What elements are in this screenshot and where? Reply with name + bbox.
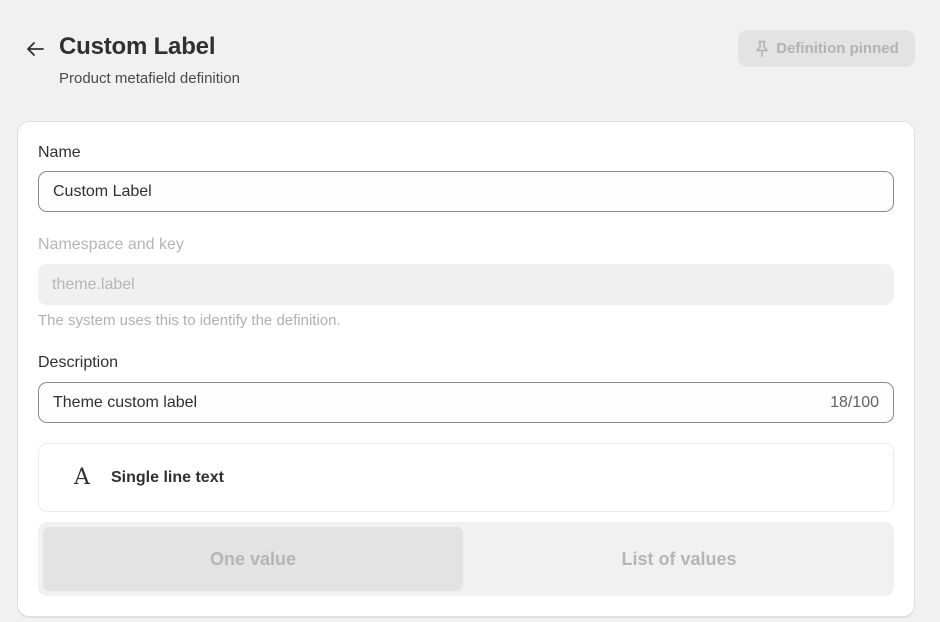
arrow-left-icon	[27, 42, 44, 56]
name-input-value: Custom Label	[53, 182, 152, 200]
definition-card: Name Custom Label Namespace and key them…	[17, 121, 915, 617]
description-input[interactable]: Theme custom label 18/100	[38, 382, 894, 423]
namespace-input-value: theme.label	[52, 275, 135, 293]
list-of-values-option[interactable]: List of values	[469, 527, 889, 591]
description-label: Description	[38, 354, 119, 371]
pin-icon	[756, 40, 769, 57]
page-subtitle: Product metafield definition	[59, 70, 240, 87]
definition-pinned-button[interactable]: Definition pinned	[738, 30, 915, 67]
pin-button-label: Definition pinned	[776, 40, 899, 57]
character-counter: 18/100	[830, 393, 879, 411]
description-input-value: Theme custom label	[53, 393, 198, 411]
namespace-input: theme.label	[38, 264, 894, 305]
type-selector[interactable]: A Single line text	[38, 443, 894, 512]
namespace-label: Namespace and key	[38, 236, 184, 253]
one-value-option[interactable]: One value	[43, 527, 463, 591]
name-input[interactable]: Custom Label	[38, 171, 894, 212]
type-label: Single line text	[111, 468, 224, 486]
back-button[interactable]	[22, 36, 48, 62]
page-header: Custom Label Product metafield definitio…	[0, 0, 940, 110]
name-label: Name	[38, 144, 81, 161]
text-type-icon: A	[74, 465, 90, 490]
page-title: Custom Label	[59, 33, 216, 60]
value-count-toggle: One value List of values	[38, 522, 894, 596]
namespace-help-text: The system uses this to identify the def…	[38, 312, 341, 329]
